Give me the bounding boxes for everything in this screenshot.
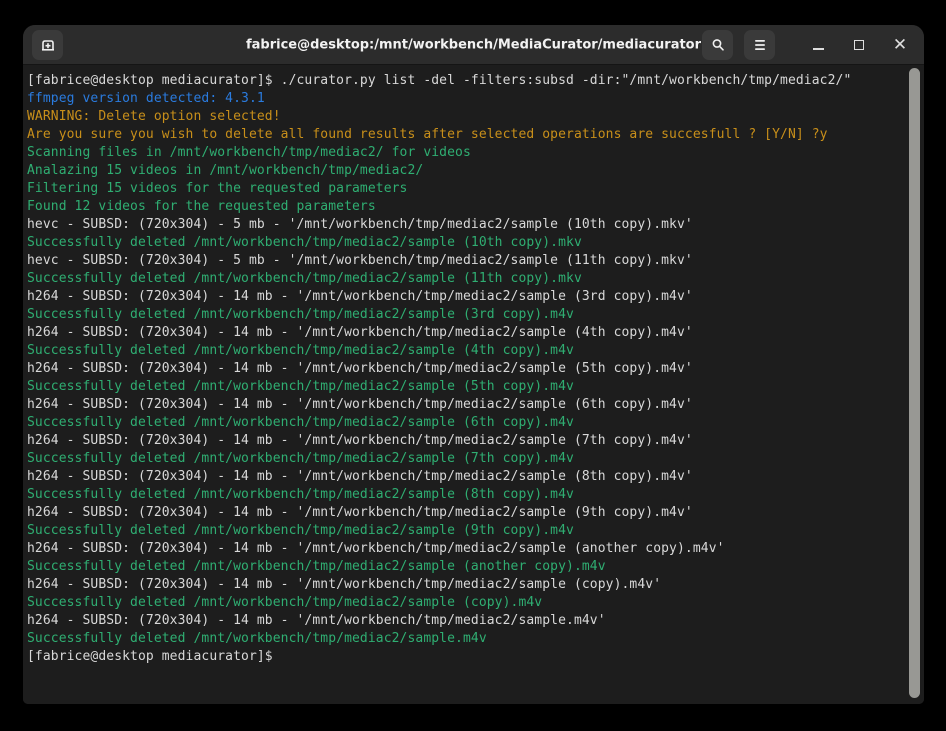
terminal-line: Found 12 videos for the requested parame… — [27, 198, 920, 216]
terminal-line: hevc - SUBSD: (720x304) - 5 mb - '/mnt/w… — [27, 216, 920, 234]
terminal-line: WARNING: Delete option selected! — [27, 108, 920, 126]
terminal-line: h264 - SUBSD: (720x304) - 14 mb - '/mnt/… — [27, 396, 920, 414]
terminal-line: Filtering 15 videos for the requested pa… — [27, 180, 920, 198]
close-icon: ✕ — [893, 36, 907, 53]
terminal-output: [fabrice@desktop mediacurator]$ ./curato… — [23, 66, 924, 666]
minimize-icon — [813, 48, 824, 50]
terminal-line: h264 - SUBSD: (720x304) - 14 mb - '/mnt/… — [27, 432, 920, 450]
terminal-line: Scanning files in /mnt/workbench/tmp/med… — [27, 144, 920, 162]
terminal-line: Successfully deleted /mnt/workbench/tmp/… — [27, 414, 920, 432]
terminal-window: fabrice@desktop:/mnt/workbench/MediaCura… — [23, 25, 924, 704]
terminal-screen[interactable]: [fabrice@desktop mediacurator]$ ./curato… — [23, 66, 924, 704]
terminal-line: h264 - SUBSD: (720x304) - 14 mb - '/mnt/… — [27, 612, 920, 630]
terminal-line: Successfully deleted /mnt/workbench/tmp/… — [27, 270, 920, 288]
terminal-line: h264 - SUBSD: (720x304) - 14 mb - '/mnt/… — [27, 288, 920, 306]
terminal-line: h264 - SUBSD: (720x304) - 14 mb - '/mnt/… — [27, 504, 920, 522]
terminal-line: [fabrice@desktop mediacurator]$ — [27, 648, 920, 666]
terminal-line: Successfully deleted /mnt/workbench/tmp/… — [27, 630, 920, 648]
terminal-line: Analazing 15 videos in /mnt/workbench/tm… — [27, 162, 920, 180]
terminal-line: Successfully deleted /mnt/workbench/tmp/… — [27, 594, 920, 612]
maximize-icon — [854, 40, 864, 50]
terminal-line: Successfully deleted /mnt/workbench/tmp/… — [27, 234, 920, 252]
terminal-line: Successfully deleted /mnt/workbench/tmp/… — [27, 486, 920, 504]
close-button[interactable]: ✕ — [885, 30, 915, 60]
terminal-line: [fabrice@desktop mediacurator]$ ./curato… — [27, 72, 920, 90]
terminal-line: Successfully deleted /mnt/workbench/tmp/… — [27, 378, 920, 396]
window-title: fabrice@desktop:/mnt/workbench/MediaCura… — [246, 37, 701, 52]
terminal-line: ffmpeg version detected: 4.3.1 — [27, 90, 920, 108]
terminal-line: Successfully deleted /mnt/workbench/tmp/… — [27, 558, 920, 576]
titlebar[interactable]: fabrice@desktop:/mnt/workbench/MediaCura… — [23, 25, 924, 65]
terminal-line: Successfully deleted /mnt/workbench/tmp/… — [27, 306, 920, 324]
terminal-line: Successfully deleted /mnt/workbench/tmp/… — [27, 342, 920, 360]
search-button[interactable] — [702, 30, 733, 60]
terminal-line: h264 - SUBSD: (720x304) - 14 mb - '/mnt/… — [27, 468, 920, 486]
minimize-button[interactable] — [803, 30, 833, 60]
new-tab-button[interactable] — [32, 30, 63, 60]
new-tab-icon — [40, 37, 56, 53]
menu-button[interactable] — [744, 30, 775, 60]
search-icon — [710, 37, 726, 53]
terminal-line: h264 - SUBSD: (720x304) - 14 mb - '/mnt/… — [27, 360, 920, 378]
terminal-line: Are you sure you wish to delete all foun… — [27, 126, 920, 144]
terminal-line: Successfully deleted /mnt/workbench/tmp/… — [27, 522, 920, 540]
terminal-line: Successfully deleted /mnt/workbench/tmp/… — [27, 450, 920, 468]
terminal-line: hevc - SUBSD: (720x304) - 5 mb - '/mnt/w… — [27, 252, 920, 270]
scrollbar-thumb[interactable] — [909, 68, 920, 698]
terminal-line: h264 - SUBSD: (720x304) - 14 mb - '/mnt/… — [27, 540, 920, 558]
terminal-line: h264 - SUBSD: (720x304) - 14 mb - '/mnt/… — [27, 576, 920, 594]
maximize-button[interactable] — [844, 30, 874, 60]
terminal-line: h264 - SUBSD: (720x304) - 14 mb - '/mnt/… — [27, 324, 920, 342]
menu-icon — [753, 39, 767, 51]
